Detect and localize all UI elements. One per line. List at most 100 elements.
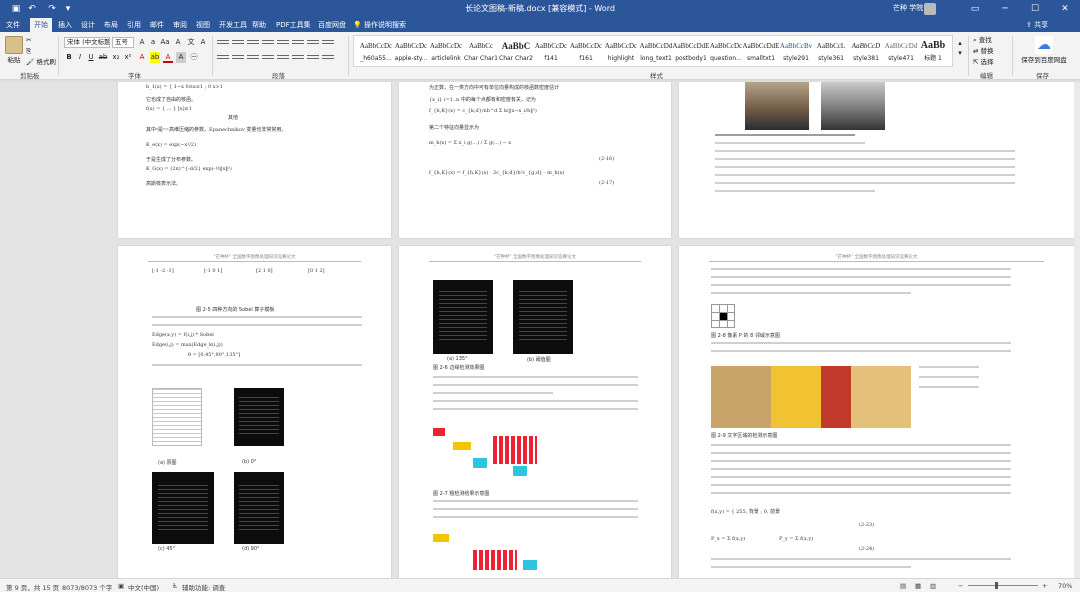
word-count[interactable]: 8073/8073 个字	[62, 582, 112, 592]
tab-baidu-pan[interactable]: 百度网盘	[314, 18, 350, 32]
equation: b_1(x) = { 1−x 0≤x≤1 ; 0 x>1	[146, 84, 223, 90]
show-marks-icon[interactable]	[322, 38, 334, 48]
strikethrough-button[interactable]: ab	[98, 52, 108, 63]
numbering-icon[interactable]	[232, 38, 244, 48]
share-button[interactable]: ⇪ 共享	[1026, 18, 1048, 32]
align-center-icon[interactable]	[232, 53, 244, 63]
text-line	[711, 276, 1011, 278]
font-color-button[interactable]: A	[163, 52, 173, 63]
text-effects-button[interactable]: A	[137, 52, 147, 63]
styles-scroll-down-icon[interactable]: ▾	[955, 48, 965, 59]
format-painter-label: 格式刷	[36, 58, 56, 66]
tab-file[interactable]: 文件	[2, 18, 24, 32]
increase-indent-icon[interactable]	[277, 38, 289, 48]
accessibility-icon[interactable]: ♿	[172, 582, 178, 590]
text-line	[711, 468, 1011, 470]
select-button[interactable]: ⇱ 选择	[973, 58, 994, 67]
photo	[711, 366, 911, 428]
cut-button[interactable]: ✂	[26, 36, 31, 45]
page-count[interactable]: 第 9 页，共 15 页	[6, 582, 59, 592]
tab-mailings[interactable]: 邮件	[146, 18, 168, 32]
style-preview: AaBb	[920, 40, 946, 51]
text-line: {x_i} i=1..n 中的每个点都有和密度有关，记为	[429, 97, 536, 103]
change-case-button[interactable]: Aa	[160, 37, 170, 48]
zoom-in-icon[interactable]: +	[1042, 582, 1047, 590]
web-layout-icon[interactable]: ▥	[930, 582, 936, 590]
align-right-icon[interactable]	[247, 53, 259, 63]
style-item[interactable]: AaBb 标题 1	[914, 36, 952, 66]
char-shading-button[interactable]: A	[176, 52, 186, 63]
grow-font-button[interactable]: A	[137, 37, 147, 48]
font-name-dropdown[interactable]: 宋体 (中文标题)	[64, 37, 110, 48]
minimize-icon[interactable]: ─	[990, 0, 1020, 18]
proofing-icon[interactable]: ▣	[118, 582, 124, 590]
save-group-label: 保存	[1036, 72, 1049, 80]
shrink-font-button[interactable]: a	[148, 37, 158, 48]
matrix: [0 1 2]	[308, 268, 325, 274]
tab-references[interactable]: 引用	[123, 18, 145, 32]
replace-button[interactable]: ⇄ 替换	[973, 47, 994, 56]
shading-icon[interactable]	[307, 53, 319, 63]
font-size-dropdown[interactable]: 五号	[112, 37, 134, 48]
line-spacing-icon[interactable]	[292, 53, 304, 63]
superscript-button[interactable]: x²	[123, 52, 133, 63]
clear-format-button[interactable]: A	[173, 37, 183, 48]
save-to-baidu-button[interactable]: ☁ 保存到百度网盘	[1016, 36, 1072, 64]
text-line	[715, 166, 1015, 168]
zoom-level[interactable]: 70%	[1058, 582, 1072, 590]
copy-button[interactable]: ⎘	[26, 47, 31, 56]
flow-diagram	[433, 530, 553, 578]
zoom-slider-handle[interactable]	[995, 582, 998, 589]
zoom-out-icon[interactable]: −	[958, 582, 963, 590]
underline-button[interactable]: U	[86, 52, 96, 63]
text-line	[711, 460, 1011, 462]
chinese-layout-icon[interactable]	[292, 38, 304, 48]
tab-insert[interactable]: 插入	[54, 18, 76, 32]
font-group-label: 字体	[128, 72, 141, 80]
phonetic-button[interactable]: 文	[186, 37, 196, 48]
text-line	[152, 324, 362, 326]
align-left-icon[interactable]	[217, 53, 229, 63]
distributed-icon[interactable]	[277, 53, 289, 63]
text-line	[711, 292, 911, 294]
tab-view[interactable]: 视图	[192, 18, 214, 32]
zoom-slider[interactable]	[968, 585, 1038, 586]
accessibility-status[interactable]: 辅助功能: 调查	[182, 582, 225, 592]
char-border-button[interactable]: A	[198, 37, 208, 48]
print-layout-icon[interactable]: ▦	[915, 582, 921, 590]
ribbon-options-icon[interactable]: ▭	[960, 0, 990, 18]
sort-icon[interactable]	[307, 38, 319, 48]
avatar[interactable]	[924, 3, 936, 15]
bold-button[interactable]: B	[64, 52, 74, 63]
paste-button[interactable]: 粘贴	[4, 36, 24, 64]
maximize-icon[interactable]: ☐	[1020, 0, 1050, 18]
find-button[interactable]: ⌕ 查找	[973, 36, 992, 45]
subscript-button[interactable]: x₂	[111, 52, 121, 63]
decrease-indent-icon[interactable]	[262, 38, 274, 48]
format-painter-button[interactable]: 🖌 格式刷	[26, 58, 56, 67]
user-name[interactable]: 芒种 学院	[893, 3, 923, 13]
highlight-button[interactable]: ab	[150, 52, 160, 63]
enclose-char-button[interactable]: ㊀	[189, 52, 199, 63]
tab-design[interactable]: 设计	[77, 18, 99, 32]
tab-developer[interactable]: 开发工具	[215, 18, 251, 32]
status-bar: 第 9 页，共 15 页 8073/8073 个字 ▣ 中文(中国) ♿ 辅助功…	[0, 578, 1080, 592]
tab-review[interactable]: 审阅	[169, 18, 191, 32]
tell-me-box[interactable]: 💡 操作说明搜索	[353, 18, 406, 32]
borders-icon[interactable]	[322, 53, 334, 63]
language[interactable]: 中文(中国)	[128, 582, 159, 592]
document-area[interactable]: b_1(x) = { 1−x 0≤x≤1 ; 0 x>1 它也成了自由的核函。 …	[0, 82, 1080, 578]
tab-pdf-tools[interactable]: PDF工具集	[272, 18, 315, 32]
close-icon[interactable]: ✕	[1050, 0, 1080, 18]
read-mode-icon[interactable]: ▤	[900, 582, 906, 590]
justify-icon[interactable]	[262, 53, 274, 63]
equation-number: (2-16)	[599, 156, 615, 162]
multilevel-list-icon[interactable]	[247, 38, 259, 48]
tab-home[interactable]: 开始	[30, 18, 52, 32]
tab-help[interactable]: 帮助	[248, 18, 270, 32]
equation: K_e(x) = exp(−x²/2)	[146, 142, 197, 148]
vertical-scrollbar[interactable]	[1074, 82, 1080, 578]
bullets-icon[interactable]	[217, 38, 229, 48]
italic-button[interactable]: I	[75, 52, 85, 63]
tab-layout[interactable]: 布局	[100, 18, 122, 32]
